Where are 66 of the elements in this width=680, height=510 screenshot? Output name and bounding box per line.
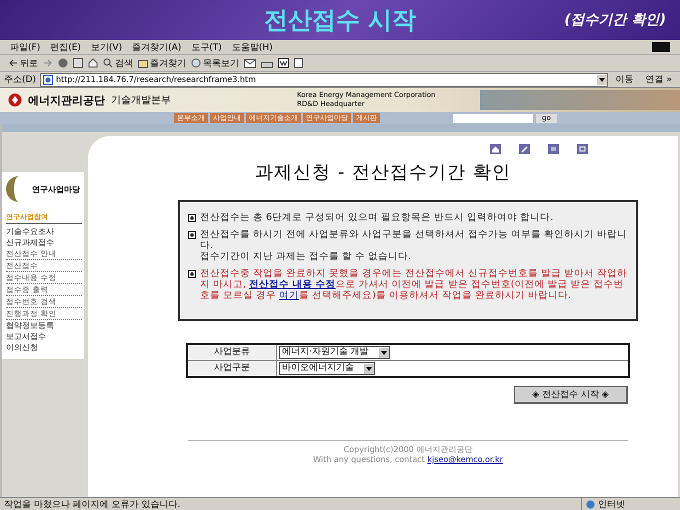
dropdown-arrow-icon[interactable] xyxy=(596,74,607,84)
edit-link[interactable]: 전산접수 내용 수정 xyxy=(249,279,336,290)
form-label: 사업분류 xyxy=(188,345,277,360)
address-label: 주소(D) xyxy=(4,74,36,86)
back-button[interactable]: 뒤로 xyxy=(8,56,38,70)
sidebar-link[interactable]: 기술수요조사 xyxy=(6,226,82,237)
folder-icon xyxy=(138,58,148,68)
menu-item[interactable]: 보기(V) xyxy=(90,40,122,54)
note-icon xyxy=(294,58,303,68)
search-icon xyxy=(103,58,113,68)
go-button[interactable]: 이동 xyxy=(612,73,638,86)
sidebar-link[interactable]: 이의신청 xyxy=(6,342,82,353)
globe-icon xyxy=(586,500,595,508)
discuss-button[interactable] xyxy=(294,58,303,68)
edit-button[interactable] xyxy=(278,58,289,68)
here-link[interactable]: 여기 xyxy=(279,290,300,301)
menu-item[interactable]: 즐겨찾기(A) xyxy=(132,40,182,54)
logo-icon xyxy=(8,93,22,107)
document-icon xyxy=(278,58,289,68)
links-button[interactable]: 연결 » xyxy=(642,73,676,86)
notice-text: 전산접수는 총 6단계로 구성되어 있으며 필요항목은 반드시 입력하여야 합니다. xyxy=(200,212,554,223)
status-text: 작업을 마쳤으나 페이지에 오류가 있습니다. xyxy=(4,498,182,510)
page-heading: 과제신청 - 전산접수기간 확인 xyxy=(255,161,511,184)
select-field[interactable]: 에너지·자원기술 개발 xyxy=(279,346,390,359)
start-button[interactable]: ◈ 전산접수 시작 ◈ xyxy=(514,386,628,404)
menu-item[interactable]: 도구(T) xyxy=(191,40,222,54)
form-label: 사업구분 xyxy=(188,361,277,376)
mail-icon xyxy=(244,58,256,68)
slide-title: 전산접수 시작 xyxy=(264,5,416,36)
home-button[interactable] xyxy=(88,58,98,68)
search-field[interactable] xyxy=(453,114,533,122)
stop-icon xyxy=(58,58,68,68)
home-icon[interactable] xyxy=(490,144,501,154)
menu-item[interactable]: 파일(F) xyxy=(10,40,40,54)
organization-name: 에너지관리공단 xyxy=(28,92,105,108)
sidebar-link[interactable]: 신규과제접수 xyxy=(6,237,82,248)
dropdown-arrow-icon xyxy=(378,348,389,358)
division-name: 기술개발본부 xyxy=(111,94,171,107)
forward-arrow-icon xyxy=(43,59,53,67)
slide-subtitle: (접수기간 확인) xyxy=(564,11,666,29)
square-bullet-icon xyxy=(188,270,196,278)
notice-text: 전산접수를 하시기 전에 사업분류와 사업구분을 선택하셔서 접수가능 여부를 확인하시기 바랍니다. 접수기간이 지난 과제는 접수를 할 수 없습니다. xyxy=(200,229,628,262)
history-button[interactable]: 목록보기 xyxy=(191,56,239,70)
dropdown-arrow-icon xyxy=(364,364,374,374)
email-link[interactable]: kjseo@kemco.or.kr xyxy=(427,455,503,464)
home-icon xyxy=(88,58,98,68)
sidebar-link[interactable]: 보고서접수 xyxy=(6,331,82,342)
mail-button[interactable] xyxy=(244,58,256,68)
pencil-icon[interactable] xyxy=(519,144,530,154)
square-bullet-icon xyxy=(188,231,196,239)
square-bullet-icon xyxy=(188,214,196,222)
menu-item[interactable]: 도움말(H) xyxy=(232,40,273,54)
back-arrow-icon xyxy=(8,59,18,67)
favorites-button[interactable]: 즐겨찾기 xyxy=(138,56,186,70)
copyright-text: Copyright(c)2000 에너지관리공단 xyxy=(344,445,472,455)
sidebar-link[interactable]: 협약정보등록 xyxy=(6,320,82,331)
stop-button[interactable] xyxy=(58,58,68,68)
search-button[interactable]: 검색 xyxy=(103,56,133,70)
warning-text: 전산접수중 작업을 완료하지 못했을 경우에는 전산접수에서 신규접수번호를 발급 받아서 작업하지 마시고, 전산접수 내용 수정 으로 가셔서 이전에 발급 받은 접수번호(이전에 발급 받은 접수번호를 모르실 경우 여기 를 선택해주세요)를 이용하셔서 작업을 완료하시기 바랍니다. xyxy=(200,268,628,301)
list-icon[interactable] xyxy=(548,144,559,154)
page-icon xyxy=(42,74,53,84)
internet-zone: 인터넷 xyxy=(581,498,676,510)
select-field[interactable]: 바이오에너지기술 xyxy=(279,362,375,375)
contact-text: With any questions, contact xyxy=(313,455,426,464)
address-field[interactable]: http://211.184.76.7/research/researchframe3.htm xyxy=(40,72,608,86)
menu-item[interactable]: 편집(E) xyxy=(50,40,81,54)
